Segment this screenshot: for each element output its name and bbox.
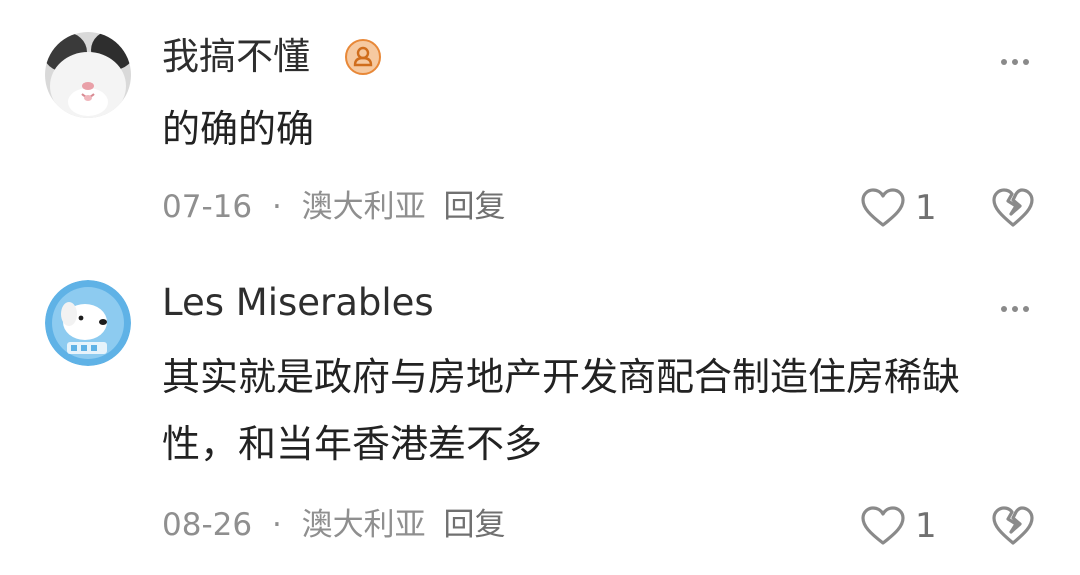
like-count: 1 (915, 506, 937, 546)
comment-item: 我搞不懂 的确的确 07-16 · 澳大利亚 回复 1 (0, 0, 1080, 260)
comment-date: 08-26 (162, 507, 253, 543)
meta-separator: · (271, 507, 282, 543)
cat-avatar-icon (45, 32, 131, 118)
comment-location: 澳大利亚 (301, 189, 426, 225)
like-heart-icon[interactable] (860, 187, 906, 229)
comment-text: 其实就是政府与房地产开发商配合制造住房稀缺性，和当年香港差不多 (162, 355, 961, 466)
dislike-broken-heart-icon[interactable] (991, 505, 1035, 547)
comment-meta: 08-26 · 澳大利亚 回复 (162, 510, 506, 541)
dog-avatar-icon (45, 280, 131, 366)
avatar[interactable] (45, 280, 131, 366)
avatar[interactable] (45, 32, 131, 118)
comment-text: 的确的确 (162, 107, 315, 151)
dislike-broken-heart-icon[interactable] (991, 187, 1035, 229)
comment-location: 澳大利亚 (301, 507, 426, 543)
more-options-icon[interactable] (1000, 299, 1030, 312)
reply-button[interactable]: 回复 (444, 189, 506, 225)
meta-separator: · (271, 189, 282, 225)
comment-item: Les Miserables 其实就是政府与房地产开发商配合制造住房稀缺性，和当… (0, 260, 1080, 575)
comment-date: 07-16 (162, 189, 253, 225)
username[interactable]: Les Miserables (162, 284, 434, 321)
like-heart-icon[interactable] (860, 505, 906, 547)
like-count: 1 (915, 188, 937, 228)
reply-button[interactable]: 回复 (444, 507, 506, 543)
username[interactable]: 我搞不懂 (162, 38, 310, 75)
comment-meta: 07-16 · 澳大利亚 回复 (162, 192, 506, 223)
more-options-icon[interactable] (1000, 52, 1030, 65)
user-badge-icon (345, 39, 381, 75)
